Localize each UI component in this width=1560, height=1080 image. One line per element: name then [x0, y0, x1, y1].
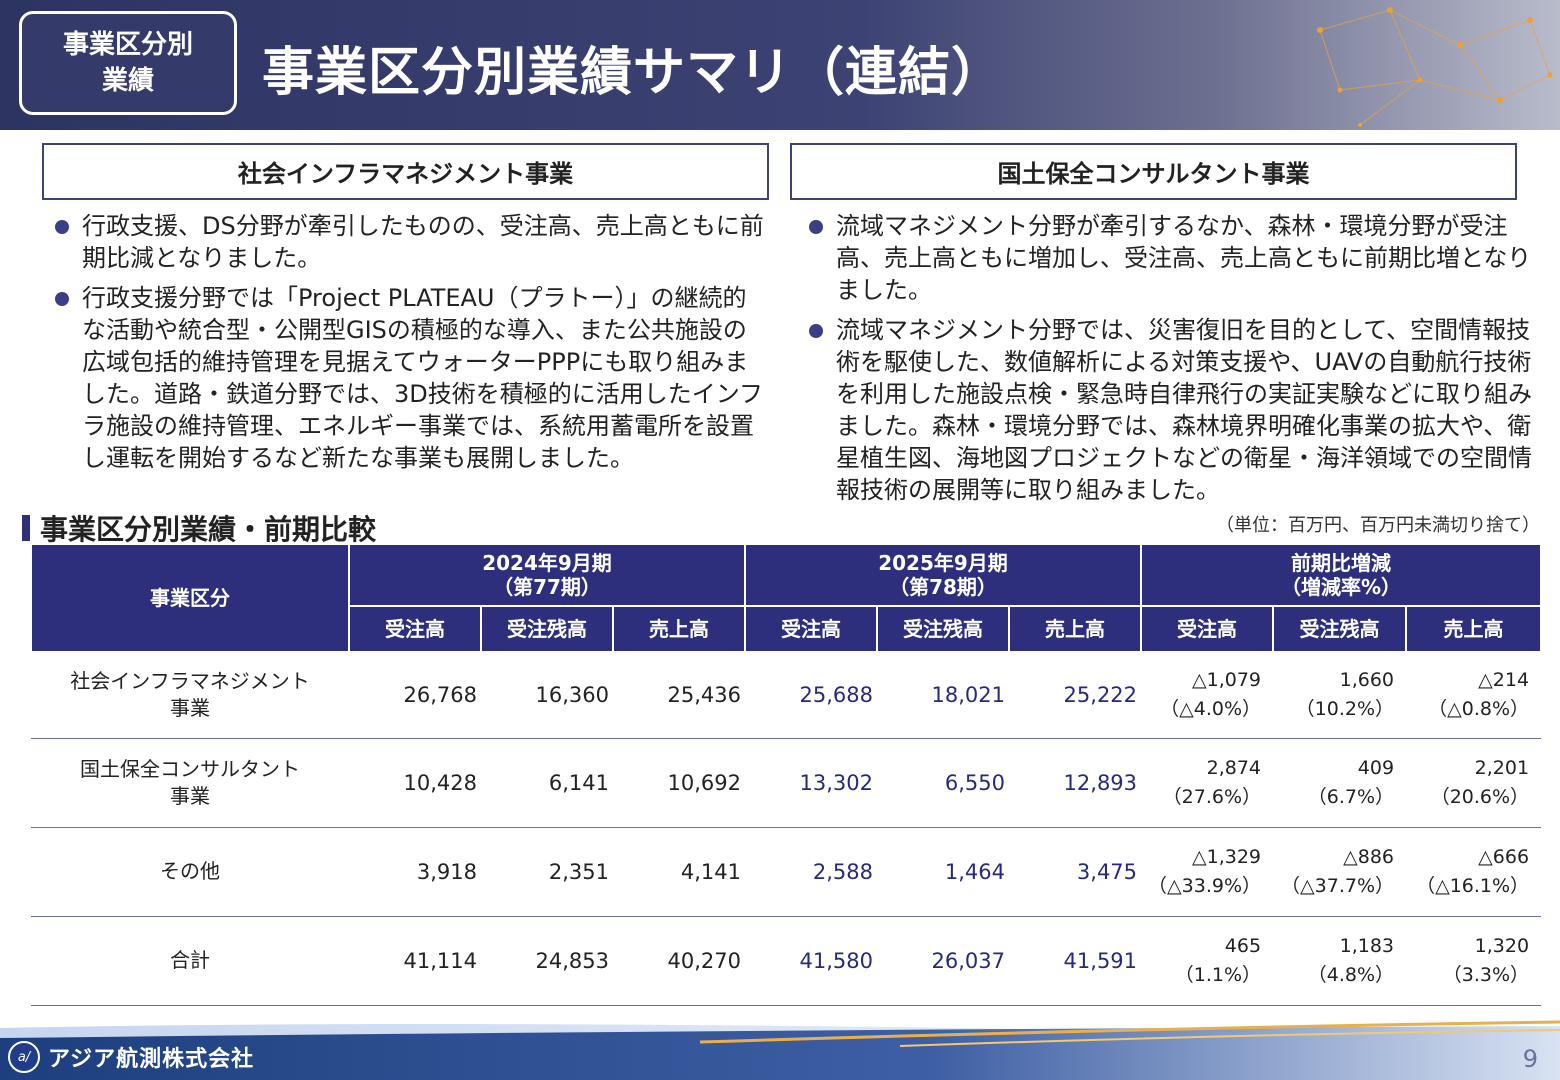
yoy-change-value: 2,874 （27.6%）: [1141, 738, 1274, 828]
segment-performance-table: 事業区分 2024年9月期 （第77期） 2025年9月期 （第78期） 前期比増減…: [30, 543, 1543, 1006]
social-infra-bullets: 行政支援、DS分野が牽引したものの、受注高、売上高ともに前期比減となりました。 …: [52, 210, 764, 482]
fy2024-value: 2,351: [481, 827, 613, 917]
segment-name: 国土保全コンサルタント 事業: [31, 738, 349, 828]
list-item: 流域マネジメント分野では、災害復旧を目的として、空間情報技術を駆使した、数値解析…: [806, 314, 1536, 506]
network-decoration-icon: [1317, 7, 1553, 127]
table-row: 国土保全コンサルタント 事業 10,428 6,141 10,692 13,302 6,55…: [31, 738, 1542, 828]
badge-line2: 業績: [101, 66, 154, 96]
subheader-backlog: 受注残高: [876, 605, 1011, 653]
fy2024-value: 25,436: [613, 652, 746, 739]
list-item: 行政支援、DS分野が牽引したものの、受注高、売上高ともに前期比減となりました。: [52, 210, 764, 274]
company-name: アジア航測株式会社: [48, 1047, 255, 1072]
subheader-backlog: 受注残高: [1272, 605, 1408, 653]
page-title: 事業区分別業績サマリ（連結）: [262, 43, 1005, 103]
fy2025-value: 41,591: [1009, 916, 1142, 1006]
section-badge: 事業区分別 業績: [19, 11, 237, 115]
bullet-dot-icon: [809, 324, 823, 338]
fy2025-value: 6,550: [877, 738, 1010, 828]
fy2024-value: 10,692: [613, 738, 746, 828]
fy2024-value: 26,768: [349, 652, 481, 739]
bullet-dot-icon: [809, 220, 823, 234]
col-header-category: 事業区分: [30, 543, 350, 653]
fy2025-value: 18,021: [877, 652, 1010, 739]
subheader-sales: 売上高: [611, 605, 747, 653]
fy2024-value: 41,114: [349, 916, 481, 1006]
header-banner: 事業区分別 業績 事業区分別業績サマリ（連結）: [0, 0, 1560, 130]
fy2025-value: 41,580: [745, 916, 878, 1006]
fy2024-value: 10,428: [349, 738, 481, 828]
fy2024-value: 6,141: [481, 738, 613, 828]
yoy-change-value: 409 （6.7%）: [1273, 738, 1407, 828]
table-heading: 事業区分別業績・前期比較: [22, 508, 376, 548]
fy2025-value: 2,588: [745, 827, 878, 917]
yoy-change-value: 1,183 （4.8%）: [1273, 916, 1407, 1006]
col-header-yoy-change: 前期比増減 （増減率%）: [1140, 543, 1543, 607]
land-conservation-bullets: 流域マネジメント分野が牽引するなか、森林・環境分野が受注高、売上高ともに増加し、…: [806, 210, 1536, 514]
subheader-sales: 売上高: [1008, 605, 1143, 653]
yoy-change-value: 2,201 （20.6%）: [1406, 738, 1542, 828]
section-title-land-conservation: 国土保全コンサルタント事業: [790, 143, 1517, 200]
section-title-social-infra: 社会インフラマネジメント事業: [42, 143, 769, 200]
fy2025-value: 3,475: [1009, 827, 1142, 917]
fy2025-value: 25,222: [1009, 652, 1142, 739]
badge-line1: 事業区分別: [62, 30, 193, 60]
yoy-change-value: 465 （1.1%）: [1141, 916, 1274, 1006]
segment-name: その他: [31, 827, 349, 917]
list-item: 流域マネジメント分野が牽引するなか、森林・環境分野が受注高、売上高ともに増加し、…: [806, 210, 1536, 306]
fy2024-value: 16,360: [481, 652, 613, 739]
fy2025-value: 26,037: [877, 916, 1010, 1006]
table-row: その他 3,918 2,351 4,141 2,588 1,464 3,475 △1,329 （…: [31, 827, 1542, 917]
subheader-orders: 受注高: [1140, 605, 1275, 653]
fy2024-value: 40,270: [613, 916, 746, 1006]
yoy-change-value: △1,079 （△4.0%）: [1141, 652, 1274, 739]
subheader-backlog: 受注残高: [480, 605, 614, 653]
table-row: 社会インフラマネジメント 事業 26,768 16,360 25,436 25,688 18…: [31, 652, 1542, 739]
col-header-fy2025: 2025年9月期 （第78期）: [744, 543, 1143, 607]
yoy-change-value: △1,329 （△33.9%）: [1141, 827, 1274, 917]
fy2024-value: 24,853: [481, 916, 613, 1006]
bullet-dot-icon: [55, 292, 69, 306]
heading-bar-icon: [22, 515, 30, 541]
table-row: 合計 41,114 24,853 40,270 41,580 26,037 41,591 46…: [31, 916, 1542, 1006]
subheader-orders: 受注高: [744, 605, 879, 653]
fy2025-value: 12,893: [1009, 738, 1142, 828]
list-item: 行政支援分野では「Project PLATEAU（プラトー）」の継続的な活動や統…: [52, 282, 764, 474]
yoy-change-value: △666 （△16.1%）: [1406, 827, 1542, 917]
fy2025-value: 13,302: [745, 738, 878, 828]
yoy-change-value: △214 （△0.8%）: [1406, 652, 1542, 739]
bullet-dot-icon: [55, 220, 69, 234]
yoy-change-value: 1,660 （10.2%）: [1273, 652, 1407, 739]
fy2024-value: 4,141: [613, 827, 746, 917]
fy2024-value: 3,918: [349, 827, 481, 917]
unit-note: （単位：百万円、百万円未満切り捨て）: [1216, 515, 1540, 536]
page-number: 9: [1522, 1045, 1538, 1073]
fy2025-value: 25,688: [745, 652, 878, 739]
subheader-sales: 売上高: [1405, 605, 1543, 653]
col-header-fy2024: 2024年9月期 （第77期）: [347, 543, 747, 607]
subheader-orders: 受注高: [348, 605, 482, 653]
company-logo-icon: a/: [8, 1041, 40, 1073]
fy2025-value: 1,464: [877, 827, 1010, 917]
yoy-change-value: △886 （△37.7%）: [1273, 827, 1407, 917]
company-logo: a/ アジア航測株式会社: [8, 1041, 254, 1073]
segment-name: 社会インフラマネジメント 事業: [31, 652, 349, 739]
yoy-change-value: 1,320 （3.3%）: [1406, 916, 1542, 1006]
segment-name: 合計: [31, 916, 349, 1006]
